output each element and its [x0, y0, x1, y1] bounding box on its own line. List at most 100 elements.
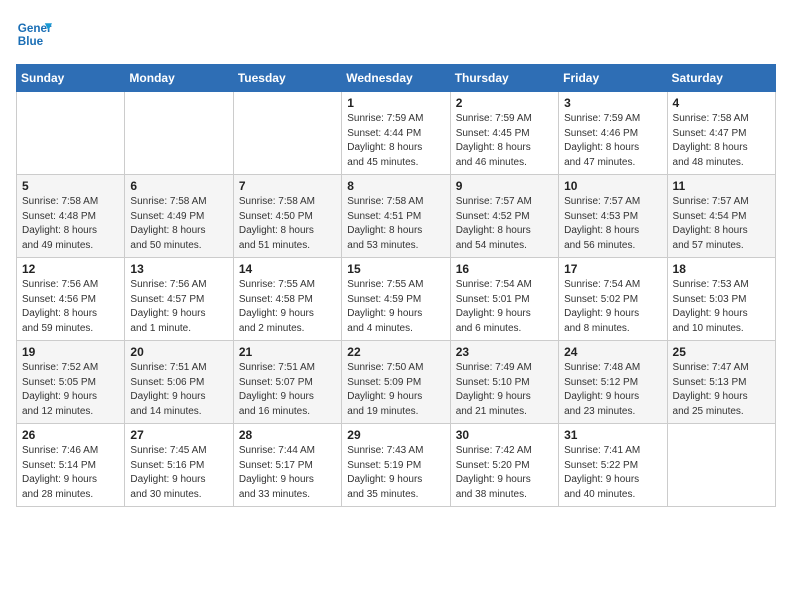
calendar-cell: 9Sunrise: 7:57 AM Sunset: 4:52 PM Daylig…: [450, 175, 558, 258]
header-thursday: Thursday: [450, 65, 558, 92]
day-number: 27: [130, 428, 227, 442]
day-number: 31: [564, 428, 661, 442]
calendar-cell: 21 Sunrise: 7:51 AM Sunset: 5:07 PM Dayli…: [233, 341, 341, 424]
day-number: 26: [22, 428, 119, 442]
calendar-cell: 14 Sunrise: 7:55 AM Sunset: 4:58 PM Dayli…: [233, 258, 341, 341]
day-info: Sunrise: 7:44 AM Sunset: 5:17 PM Dayligh…: [239, 444, 336, 502]
calendar-cell: 20 Sunrise: 7:51 AM Sunset: 5:06 PM Dayli…: [125, 341, 233, 424]
calendar-cell: 15Sunrise: 7:55 AM Sunset: 4:59 PM Dayli…: [342, 258, 450, 341]
day-info: Sunrise: 7:54 AM Sunset: 5:01 PM Dayligh…: [456, 278, 553, 336]
day-info: Sunrise: 7:57 AM Sunset: 4:53 PM Dayligh…: [564, 195, 661, 253]
day-info: Sunrise: 7:46 AM Sunset: 5:14 PM Dayligh…: [22, 444, 119, 502]
day-info: Sunrise: 7:53 AM Sunset: 5:03 PM Dayligh…: [673, 278, 770, 336]
calendar-cell: 24 Sunrise: 7:48 AM Sunset: 5:12 PM Dayli…: [559, 341, 667, 424]
day-number: 8: [347, 179, 444, 193]
header-saturday: Saturday: [667, 65, 775, 92]
day-number: 7: [239, 179, 336, 193]
calendar-cell: 11 Sunrise: 7:57 AM Sunset: 4:54 PM Dayli…: [667, 175, 775, 258]
svg-text:Blue: Blue: [18, 35, 44, 48]
logo-icon: General Blue: [16, 16, 52, 52]
week-row-0: 1 Sunrise: 7:59 AM Sunset: 4:44 PM Daylig…: [17, 92, 776, 175]
day-number: 21: [239, 345, 336, 359]
day-info: Sunrise: 7:56 AM Sunset: 4:57 PM Dayligh…: [130, 278, 227, 336]
calendar-cell: 4 Sunrise: 7:58 AM Sunset: 4:47 PM Daylig…: [667, 92, 775, 175]
day-number: 20: [130, 345, 227, 359]
day-info: Sunrise: 7:51 AM Sunset: 5:06 PM Dayligh…: [130, 361, 227, 419]
calendar-cell: 12Sunrise: 7:56 AM Sunset: 4:56 PM Dayli…: [17, 258, 125, 341]
day-number: 24: [564, 345, 661, 359]
day-number: 6: [130, 179, 227, 193]
day-number: 18: [673, 262, 770, 276]
calendar-cell: 5 Sunrise: 7:58 AM Sunset: 4:48 PM Daylig…: [17, 175, 125, 258]
calendar-cell: 31Sunrise: 7:41 AM Sunset: 5:22 PM Dayli…: [559, 424, 667, 507]
day-info: Sunrise: 7:48 AM Sunset: 5:12 PM Dayligh…: [564, 361, 661, 419]
day-info: Sunrise: 7:58 AM Sunset: 4:51 PM Dayligh…: [347, 195, 444, 253]
day-number: 15: [347, 262, 444, 276]
day-info: Sunrise: 7:58 AM Sunset: 4:50 PM Dayligh…: [239, 195, 336, 253]
day-info: Sunrise: 7:55 AM Sunset: 4:58 PM Dayligh…: [239, 278, 336, 336]
day-info: Sunrise: 7:57 AM Sunset: 4:54 PM Dayligh…: [673, 195, 770, 253]
day-info: Sunrise: 7:47 AM Sunset: 5:13 PM Dayligh…: [673, 361, 770, 419]
day-number: 23: [456, 345, 553, 359]
day-number: 13: [130, 262, 227, 276]
calendar-cell: 16 Sunrise: 7:54 AM Sunset: 5:01 PM Dayli…: [450, 258, 558, 341]
calendar-cell: 18 Sunrise: 7:53 AM Sunset: 5:03 PM Dayli…: [667, 258, 775, 341]
calendar-cell: 17 Sunrise: 7:54 AM Sunset: 5:02 PM Dayli…: [559, 258, 667, 341]
header-monday: Monday: [125, 65, 233, 92]
calendar-cell: 10 Sunrise: 7:57 AM Sunset: 4:53 PM Dayli…: [559, 175, 667, 258]
day-number: 19: [22, 345, 119, 359]
day-number: 11: [673, 179, 770, 193]
day-info: Sunrise: 7:54 AM Sunset: 5:02 PM Dayligh…: [564, 278, 661, 336]
calendar-cell: 26 Sunrise: 7:46 AM Sunset: 5:14 PM Dayli…: [17, 424, 125, 507]
day-info: Sunrise: 7:51 AM Sunset: 5:07 PM Dayligh…: [239, 361, 336, 419]
day-number: 3: [564, 96, 661, 110]
calendar-cell: 30Sunrise: 7:42 AM Sunset: 5:20 PM Dayli…: [450, 424, 558, 507]
week-row-4: 26 Sunrise: 7:46 AM Sunset: 5:14 PM Dayli…: [17, 424, 776, 507]
calendar-cell: 13 Sunrise: 7:56 AM Sunset: 4:57 PM Dayli…: [125, 258, 233, 341]
day-info: Sunrise: 7:59 AM Sunset: 4:45 PM Dayligh…: [456, 112, 553, 170]
calendar-cell: 29 Sunrise: 7:43 AM Sunset: 5:19 PM Dayli…: [342, 424, 450, 507]
day-info: Sunrise: 7:43 AM Sunset: 5:19 PM Dayligh…: [347, 444, 444, 502]
week-row-2: 12Sunrise: 7:56 AM Sunset: 4:56 PM Dayli…: [17, 258, 776, 341]
calendar-cell: [17, 92, 125, 175]
day-number: 4: [673, 96, 770, 110]
day-info: Sunrise: 7:58 AM Sunset: 4:48 PM Dayligh…: [22, 195, 119, 253]
day-info: Sunrise: 7:52 AM Sunset: 5:05 PM Dayligh…: [22, 361, 119, 419]
day-number: 25: [673, 345, 770, 359]
day-number: 28: [239, 428, 336, 442]
calendar-cell: 8 Sunrise: 7:58 AM Sunset: 4:51 PM Daylig…: [342, 175, 450, 258]
page-header: General Blue: [16, 16, 776, 52]
day-number: 14: [239, 262, 336, 276]
calendar-cell: 23 Sunrise: 7:49 AM Sunset: 5:10 PM Dayli…: [450, 341, 558, 424]
calendar-cell: [125, 92, 233, 175]
day-number: 22: [347, 345, 444, 359]
day-number: 17: [564, 262, 661, 276]
calendar-cell: 7 Sunrise: 7:58 AM Sunset: 4:50 PM Daylig…: [233, 175, 341, 258]
day-number: 5: [22, 179, 119, 193]
header-tuesday: Tuesday: [233, 65, 341, 92]
day-number: 2: [456, 96, 553, 110]
calendar-cell: 28 Sunrise: 7:44 AM Sunset: 5:17 PM Dayli…: [233, 424, 341, 507]
day-info: Sunrise: 7:59 AM Sunset: 4:44 PM Dayligh…: [347, 112, 444, 170]
calendar-cell: 2 Sunrise: 7:59 AM Sunset: 4:45 PM Daylig…: [450, 92, 558, 175]
day-info: Sunrise: 7:59 AM Sunset: 4:46 PM Dayligh…: [564, 112, 661, 170]
day-number: 1: [347, 96, 444, 110]
header-friday: Friday: [559, 65, 667, 92]
day-info: Sunrise: 7:50 AM Sunset: 5:09 PM Dayligh…: [347, 361, 444, 419]
calendar-cell: 27 Sunrise: 7:45 AM Sunset: 5:16 PM Dayli…: [125, 424, 233, 507]
logo: General Blue: [16, 16, 52, 52]
day-number: 29: [347, 428, 444, 442]
day-info: Sunrise: 7:45 AM Sunset: 5:16 PM Dayligh…: [130, 444, 227, 502]
week-row-1: 5 Sunrise: 7:58 AM Sunset: 4:48 PM Daylig…: [17, 175, 776, 258]
day-info: Sunrise: 7:56 AM Sunset: 4:56 PM Dayligh…: [22, 278, 119, 336]
calendar-cell: 19 Sunrise: 7:52 AM Sunset: 5:05 PM Dayli…: [17, 341, 125, 424]
day-info: Sunrise: 7:49 AM Sunset: 5:10 PM Dayligh…: [456, 361, 553, 419]
day-info: Sunrise: 7:57 AM Sunset: 4:52 PM Dayligh…: [456, 195, 553, 253]
day-number: 16: [456, 262, 553, 276]
calendar-cell: [233, 92, 341, 175]
calendar-cell: 3 Sunrise: 7:59 AM Sunset: 4:46 PM Daylig…: [559, 92, 667, 175]
day-number: 10: [564, 179, 661, 193]
day-info: Sunrise: 7:58 AM Sunset: 4:47 PM Dayligh…: [673, 112, 770, 170]
calendar-cell: 22 Sunrise: 7:50 AM Sunset: 5:09 PM Dayli…: [342, 341, 450, 424]
header-row: SundayMondayTuesdayWednesdayThursdayFrid…: [17, 65, 776, 92]
